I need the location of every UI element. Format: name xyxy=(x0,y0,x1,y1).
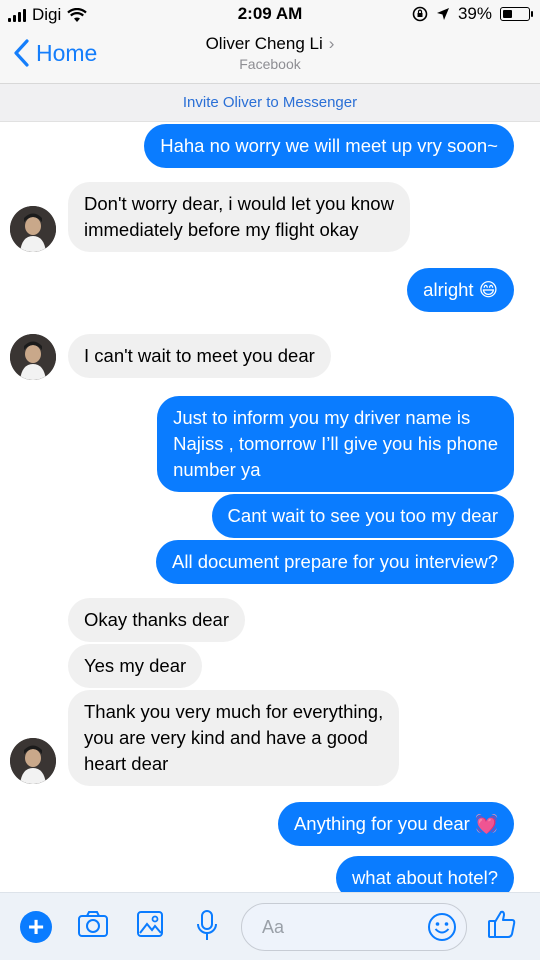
message-line: heart dear xyxy=(84,753,169,774)
thumbs-up-icon[interactable] xyxy=(486,908,518,940)
status-bar: Digi 2:09 AM 39% xyxy=(0,0,540,28)
camera-icon[interactable] xyxy=(77,909,109,939)
message-text: Cant wait to see you too my dear xyxy=(227,505,498,526)
message-line: immediately before my flight okay xyxy=(84,219,359,240)
message-bubble-incoming[interactable]: Okay thanks dear xyxy=(68,598,245,642)
message-text: alright xyxy=(423,279,474,300)
grinning-face-emoji: 😄 xyxy=(478,279,498,300)
message-line: number ya xyxy=(173,459,261,480)
message-bubble-outgoing[interactable]: Haha no worry we will meet up vry soon~ xyxy=(144,124,514,168)
conversation-header: Home Oliver Cheng Li › Facebook xyxy=(0,28,540,84)
message-bubble-incoming[interactable]: Yes my dear xyxy=(68,644,203,688)
message-bubble-outgoing[interactable]: what about hotel? xyxy=(335,856,514,892)
message-text: Okay thanks dear xyxy=(84,609,229,630)
message-bubble-incoming[interactable]: I can't wait to meet you dear xyxy=(68,334,331,378)
microphone-icon[interactable] xyxy=(194,909,220,943)
message-input[interactable]: Aa xyxy=(241,903,467,951)
message-input-placeholder: Aa xyxy=(262,917,285,937)
message-text: what about hotel? xyxy=(351,867,498,888)
rotation-lock-icon xyxy=(412,6,428,22)
message-text: I can't wait to meet you dear xyxy=(84,345,315,366)
message-line: Najiss , tomorrow I’ll give you his phon… xyxy=(173,433,498,454)
contact-avatar[interactable] xyxy=(10,334,56,380)
contact-name-button[interactable]: Oliver Cheng Li › xyxy=(0,34,540,54)
message-text: Haha no worry we will meet up vry soon~ xyxy=(160,135,498,156)
message-bubble-outgoing[interactable]: alright 😄 xyxy=(407,268,514,312)
message-line: Thank you very much for everything, xyxy=(84,701,384,722)
heart-emoji: 💓 xyxy=(474,813,498,834)
location-icon xyxy=(436,8,449,20)
message-bubble-outgoing[interactable]: All document prepare for you interview? xyxy=(156,540,514,584)
battery-icon xyxy=(500,7,533,21)
plus-icon[interactable]: + xyxy=(20,911,52,943)
message-line: Just to inform you my driver name is xyxy=(173,407,471,428)
chevron-right-icon: › xyxy=(328,34,335,53)
message-line: you are very kind and have a good xyxy=(84,727,368,748)
contact-avatar[interactable] xyxy=(10,738,56,784)
contact-name: Oliver Cheng Li xyxy=(205,34,323,53)
message-line: Don't worry dear, i would let you know xyxy=(84,193,394,214)
battery-percent: 39% xyxy=(457,4,492,23)
message-bubble-outgoing[interactable]: Just to inform you my driver name is Naj… xyxy=(157,396,514,492)
message-text: Anything for you dear xyxy=(293,813,470,834)
photo-icon[interactable] xyxy=(136,909,164,939)
contact-subtitle: Facebook xyxy=(239,56,301,72)
message-text: All document prepare for you interview? xyxy=(172,551,498,572)
message-bubble-incoming[interactable]: Thank you very much for everything, you … xyxy=(68,690,400,786)
contact-avatar[interactable] xyxy=(10,206,56,252)
message-list: Haha no worry we will meet up vry soon~ … xyxy=(0,122,540,892)
message-bubble-incoming[interactable]: Don't worry dear, i would let you know i… xyxy=(68,182,410,252)
emoji-icon[interactable] xyxy=(427,912,457,942)
invite-banner[interactable]: Invite Oliver to Messenger xyxy=(0,84,540,122)
composer-bar: + Aa xyxy=(0,892,540,960)
message-text: Yes my dear xyxy=(84,655,187,676)
message-bubble-outgoing[interactable]: Cant wait to see you too my dear xyxy=(211,494,514,538)
message-bubble-outgoing[interactable]: Anything for you dear 💓 xyxy=(277,802,514,846)
